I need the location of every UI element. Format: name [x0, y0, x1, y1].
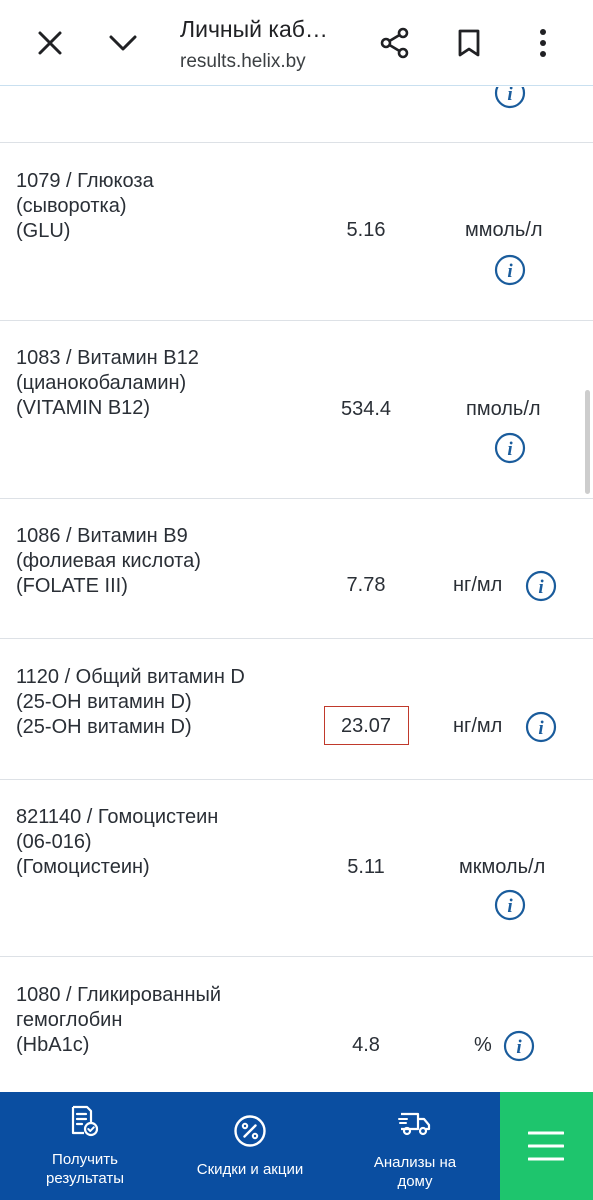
- info-icon[interactable]: i: [494, 87, 526, 109]
- test-value: 4.8: [352, 1034, 380, 1056]
- close-icon: [38, 31, 62, 55]
- test-name: 1079 / Глюкоза (сыворотка) (GLU): [16, 170, 154, 242]
- chevron-down-icon: [109, 35, 137, 51]
- share-icon: [380, 27, 409, 59]
- close-button[interactable]: [27, 20, 73, 66]
- svg-text:i: i: [507, 87, 513, 105]
- test-unit: %: [474, 1034, 492, 1056]
- more-vertical-icon: [540, 29, 546, 57]
- info-icon[interactable]: i: [494, 889, 526, 921]
- browser-toolbar: Личный каб… results.helix.by: [0, 0, 593, 86]
- nav-label: Получить результаты: [46, 1151, 124, 1187]
- test-name: 1083 / Витамин B12 (цианокобаламин) (VIT…: [16, 347, 199, 419]
- test-unit: мкмоль/л: [459, 856, 546, 878]
- test-unit: нг/мл: [453, 715, 503, 737]
- test-name: 1086 / Витамин B9 (фолиевая кислота) (FO…: [16, 525, 201, 597]
- test-value: 7.78: [346, 574, 386, 596]
- collapse-button[interactable]: [100, 20, 146, 66]
- info-icon[interactable]: i: [525, 711, 557, 743]
- test-value: 5.11: [347, 856, 385, 878]
- results-row-partial: i: [0, 87, 593, 143]
- result-row: 821140 / Гомоцистеин (06-016) (Гомоцисте…: [0, 780, 593, 957]
- document-check-icon: [71, 1105, 99, 1137]
- result-row: 1079 / Глюкоза (сыворотка) (GLU) 5.16 мм…: [0, 143, 593, 321]
- info-icon[interactable]: i: [503, 1030, 535, 1062]
- bottom-navigation: Получить результаты Скидки и акции Анали…: [0, 1092, 593, 1200]
- test-unit: нг/мл: [453, 574, 503, 596]
- percent-icon: [234, 1115, 266, 1147]
- test-name: 1120 / Общий витамин D (25-OH витамин D)…: [16, 666, 245, 738]
- share-button[interactable]: [372, 20, 418, 66]
- test-unit: пмоль/л: [466, 398, 541, 420]
- menu-button[interactable]: [500, 1092, 593, 1200]
- info-icon[interactable]: i: [494, 432, 526, 464]
- test-name: 821140 / Гомоцистеин (06-016) (Гомоцисте…: [16, 806, 219, 878]
- info-icon[interactable]: i: [494, 254, 526, 286]
- bookmark-button[interactable]: [446, 20, 492, 66]
- svg-text:i: i: [538, 718, 544, 739]
- test-value: 5.16: [346, 219, 386, 241]
- result-row: 1086 / Витамин B9 (фолиевая кислота) (FO…: [0, 499, 593, 639]
- result-row: 1080 / Гликированный гемоглобин (HbA1c) …: [0, 957, 593, 1092]
- page-title: Личный каб…: [180, 16, 328, 42]
- results-list: i 1079 / Глюкоза (сыворотка) (GLU) 5.16 …: [0, 87, 593, 1092]
- svg-text:i: i: [507, 261, 513, 282]
- result-row: 1120 / Общий витамин D (25-OH витамин D)…: [0, 639, 593, 780]
- svg-text:i: i: [516, 1037, 522, 1058]
- svg-text:i: i: [507, 439, 513, 460]
- page-url: results.helix.by: [180, 51, 306, 72]
- test-value: 534.4: [340, 398, 392, 420]
- svg-text:i: i: [538, 577, 544, 598]
- test-unit: ммоль/л: [465, 219, 543, 241]
- svg-text:i: i: [507, 896, 513, 917]
- test-name: 1080 / Гликированный гемоглобин (HbA1c): [16, 984, 222, 1056]
- nav-label: Анализы на дому: [373, 1154, 457, 1190]
- bookmark-icon: [458, 29, 480, 57]
- nav-label: Скидки и акции: [196, 1161, 304, 1178]
- result-row: 1083 / Витамин B12 (цианокобаламин) (VIT…: [0, 321, 593, 499]
- more-options-button[interactable]: [520, 20, 566, 66]
- test-value: 23.07: [340, 715, 392, 737]
- nav-home-tests[interactable]: Анализы на дому: [330, 1092, 500, 1200]
- nav-get-results[interactable]: Получить результаты: [0, 1092, 170, 1200]
- info-icon[interactable]: i: [525, 570, 557, 602]
- scrollbar[interactable]: [585, 390, 590, 494]
- hamburger-menu-icon: [528, 1131, 564, 1161]
- nav-discounts[interactable]: Скидки и акции: [170, 1092, 330, 1200]
- delivery-truck-icon: [398, 1112, 431, 1136]
